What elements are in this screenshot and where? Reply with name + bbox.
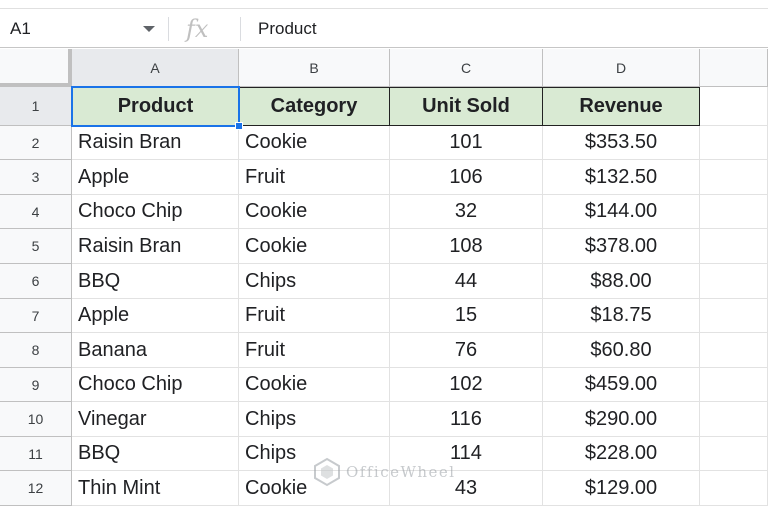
table-cell[interactable]: $18.75 [543,299,700,333]
watermark-text: OfficeWheel [346,463,456,481]
table-cell[interactable]: 76 [390,333,543,368]
row-header-7[interactable]: 7 [0,299,72,333]
table-cell[interactable]: Chips [239,402,390,437]
fill-handle[interactable] [235,122,243,130]
column-header-c[interactable]: C [390,49,543,87]
chevron-down-icon[interactable] [143,26,155,32]
table-cell[interactable]: 32 [390,195,543,229]
row-header-4[interactable]: 4 [0,195,72,229]
table-cell[interactable]: $132.50 [543,160,700,195]
table-cell[interactable]: Cookie [239,126,390,160]
table-cell[interactable]: $129.00 [543,471,700,506]
row-header-3[interactable]: 3 [0,160,72,195]
fx-icon: fx [186,15,209,43]
watermark: OfficeWheel [312,457,456,487]
table-cell[interactable]: Cookie [239,229,390,264]
table-header-cell[interactable]: Category [239,87,390,126]
table-cell[interactable]: Vinegar [72,402,239,437]
empty-cell[interactable] [700,87,768,126]
row-header-6[interactable]: 6 [0,264,72,299]
empty-cell[interactable] [700,229,768,264]
officewheel-logo-icon [314,457,340,487]
table-cell[interactable]: $228.00 [543,437,700,471]
empty-cell[interactable] [700,437,768,471]
table-cell[interactable]: Chips [239,264,390,299]
formula-input[interactable]: Product [248,9,768,48]
empty-cell[interactable] [700,368,768,402]
table-cell[interactable]: 102 [390,368,543,402]
row-header-8[interactable]: 8 [0,333,72,368]
select-all-corner[interactable] [0,49,72,87]
table-cell[interactable]: 108 [390,229,543,264]
table-cell[interactable]: $60.80 [543,333,700,368]
table-header-cell[interactable]: Revenue [543,87,700,126]
empty-cell[interactable] [700,160,768,195]
row-header-9[interactable]: 9 [0,368,72,402]
table-cell[interactable]: 44 [390,264,543,299]
table-cell[interactable]: BBQ [72,264,239,299]
formula-bar: A1 fx Product [0,8,768,48]
table-cell[interactable]: $290.00 [543,402,700,437]
row-header-5[interactable]: 5 [0,229,72,264]
table-cell[interactable]: Fruit [239,160,390,195]
table-cell[interactable]: Apple [72,160,239,195]
table-cell[interactable]: 15 [390,299,543,333]
empty-cell[interactable] [700,471,768,506]
column-header-e[interactable] [700,49,768,87]
empty-cell[interactable] [700,333,768,368]
table-cell[interactable]: $144.00 [543,195,700,229]
spreadsheet-grid: A B C D 1 2 3 4 5 6 7 8 9 10 11 12 Product Category Unit S… [0,49,768,512]
table-cell[interactable]: $353.50 [543,126,700,160]
table-cell[interactable]: 106 [390,160,543,195]
table-cell[interactable]: 116 [390,402,543,437]
table-header-cell[interactable]: Unit Sold [390,87,543,126]
divider [168,17,169,41]
table-cell[interactable]: 101 [390,126,543,160]
table-cell[interactable]: Choco Chip [72,195,239,229]
table-cell[interactable]: Fruit [239,333,390,368]
empty-cell[interactable] [700,402,768,437]
row-header-12[interactable]: 12 [0,471,72,506]
table-cell[interactable]: BBQ [72,437,239,471]
empty-cell[interactable] [700,264,768,299]
empty-cell[interactable] [700,126,768,160]
table-cell[interactable]: $378.00 [543,229,700,264]
formula-value: Product [258,18,317,38]
table-header-cell[interactable]: Product [72,87,239,126]
empty-cell[interactable] [700,195,768,229]
row-header-1[interactable]: 1 [0,87,72,126]
table-cell[interactable]: Apple [72,299,239,333]
row-header-2[interactable]: 2 [0,126,72,160]
column-header-a[interactable]: A [72,49,239,87]
empty-cell[interactable] [700,299,768,333]
name-box-value: A1 [10,18,31,38]
column-header-d[interactable]: D [543,49,700,87]
table-cell[interactable]: Cookie [239,195,390,229]
column-header-b[interactable]: B [239,49,390,87]
divider [240,17,241,41]
table-cell[interactable]: Choco Chip [72,368,239,402]
table-cell[interactable]: Cookie [239,368,390,402]
row-header-10[interactable]: 10 [0,402,72,437]
table-cell[interactable]: $88.00 [543,264,700,299]
row-header-11[interactable]: 11 [0,437,72,471]
table-cell[interactable]: Banana [72,333,239,368]
table-cell[interactable]: Raisin Bran [72,229,239,264]
table-cell[interactable]: Raisin Bran [72,126,239,160]
table-cell[interactable]: Thin Mint [72,471,239,506]
table-cell[interactable]: $459.00 [543,368,700,402]
table-cell[interactable]: Fruit [239,299,390,333]
